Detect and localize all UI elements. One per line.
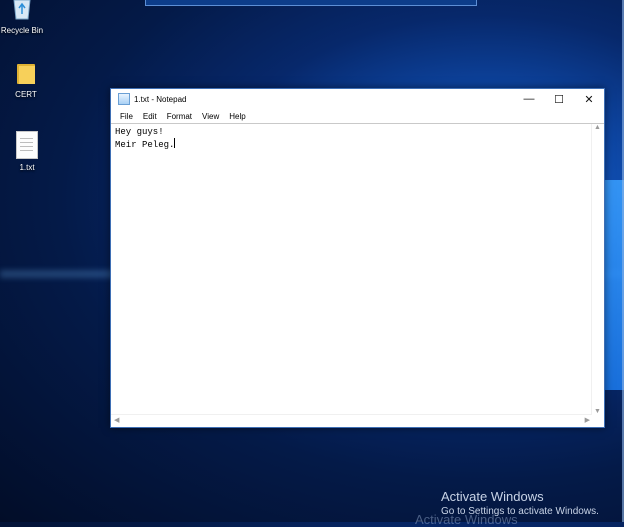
desktop-icon-cert-folder[interactable]: CERT bbox=[0, 62, 56, 99]
desktop-icon-text-file[interactable]: 1.txt bbox=[0, 131, 57, 172]
folder-icon bbox=[17, 62, 35, 84]
scroll-left-arrow-icon[interactable]: ◀ bbox=[114, 416, 119, 424]
vertical-scrollbar[interactable]: ▲ ▼ bbox=[591, 124, 604, 415]
close-button[interactable]: ✕ bbox=[574, 89, 604, 109]
desktop-icon-label: CERT bbox=[15, 90, 37, 99]
menu-format[interactable]: Format bbox=[162, 112, 197, 121]
menu-view[interactable]: View bbox=[197, 112, 224, 121]
text-line: Hey guys! bbox=[115, 127, 164, 137]
notepad-icon bbox=[118, 93, 130, 105]
desktop-icon-label: 1.txt bbox=[19, 163, 35, 172]
menu-help[interactable]: Help bbox=[224, 112, 250, 121]
text-area[interactable]: Hey guys! Meir Peleg. bbox=[115, 126, 590, 415]
activate-heading: Activate Windows bbox=[441, 489, 544, 504]
text-editor[interactable]: Hey guys! Meir Peleg. ▲ ▼ ◀ ▶ bbox=[111, 123, 604, 427]
menu-file[interactable]: File bbox=[115, 112, 138, 121]
scroll-right-arrow-icon[interactable]: ▶ bbox=[585, 416, 590, 424]
scroll-up-arrow-icon[interactable]: ▲ bbox=[594, 124, 601, 131]
maximize-button[interactable]: ☐ bbox=[544, 89, 574, 109]
activate-ghost-text: Activate Windows bbox=[415, 512, 518, 527]
text-file-icon bbox=[16, 131, 38, 159]
menu-bar: File Edit Format View Help bbox=[111, 109, 604, 123]
text-line: Meir Peleg. bbox=[115, 140, 175, 150]
top-window-edge bbox=[145, 0, 477, 6]
notepad-window[interactable]: 1.txt - Notepad — ☐ ✕ File Edit Format V… bbox=[110, 88, 605, 428]
desktop-icon-recycle-bin[interactable]: Recycle Bin bbox=[0, 0, 52, 35]
menu-edit[interactable]: Edit bbox=[138, 112, 162, 121]
recycle-bin-icon bbox=[13, 0, 31, 20]
scroll-down-arrow-icon[interactable]: ▼ bbox=[594, 408, 601, 415]
desktop-icon-label: Recycle Bin bbox=[0, 26, 44, 35]
title-bar[interactable]: 1.txt - Notepad — ☐ ✕ bbox=[111, 89, 604, 109]
horizontal-scrollbar[interactable]: ◀ ▶ bbox=[111, 414, 592, 427]
window-title: 1.txt - Notepad bbox=[134, 94, 187, 104]
minimize-button[interactable]: — bbox=[514, 89, 544, 109]
text-caret bbox=[174, 138, 176, 148]
wallpaper-light-panel bbox=[604, 180, 624, 390]
